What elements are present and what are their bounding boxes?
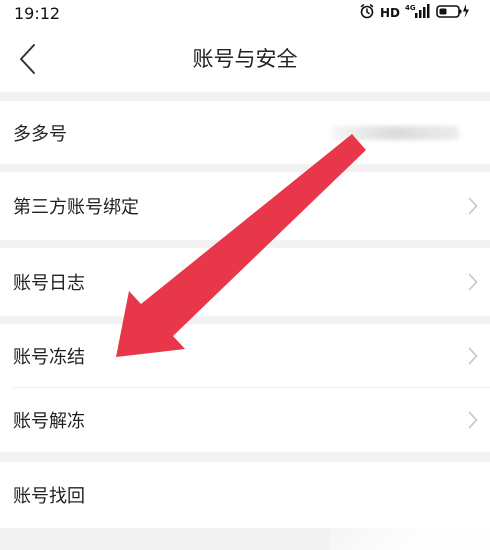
hd-badge: HD — [379, 6, 400, 20]
status-bar: 19:12 HD 4G — [0, 0, 490, 26]
chevron-right-icon — [468, 411, 478, 429]
row-label: 账号日志 — [13, 273, 85, 294]
chevron-right-icon — [468, 273, 478, 291]
screen: 19:12 HD 4G 账号与安全 多多号 第三方账号绑定 账号日志 账号冻结 … — [0, 0, 490, 550]
blurred-value — [330, 125, 460, 140]
row-account-log[interactable]: 账号日志 — [0, 248, 490, 316]
status-icons: HD 4G — [359, 4, 470, 22]
nav-bar: 账号与安全 — [0, 26, 490, 92]
row-label: 账号找回 — [13, 486, 85, 507]
page-title: 账号与安全 — [192, 47, 298, 71]
row-duoduo-id[interactable]: 多多号 — [0, 101, 490, 164]
row-label: 账号冻结 — [13, 347, 85, 368]
row-label: 多多号 — [13, 123, 67, 145]
network-label: 4G — [405, 4, 416, 12]
alarm-icon — [359, 3, 375, 23]
battery-charging-icon — [436, 3, 470, 23]
row-account-recovery[interactable]: 账号找回 — [0, 462, 490, 528]
row-label: 第三方账号绑定 — [13, 197, 139, 218]
chevron-right-icon — [468, 197, 478, 215]
signal-icon: 4G — [405, 3, 431, 23]
row-account-freeze[interactable]: 账号冻结 — [0, 324, 490, 388]
row-label: 账号解冻 — [13, 411, 85, 432]
status-time: 19:12 — [14, 4, 61, 23]
row-account-unfreeze[interactable]: 账号解冻 — [0, 388, 490, 452]
chevron-right-icon — [468, 347, 478, 365]
row-third-party-binding[interactable]: 第三方账号绑定 — [0, 172, 490, 240]
